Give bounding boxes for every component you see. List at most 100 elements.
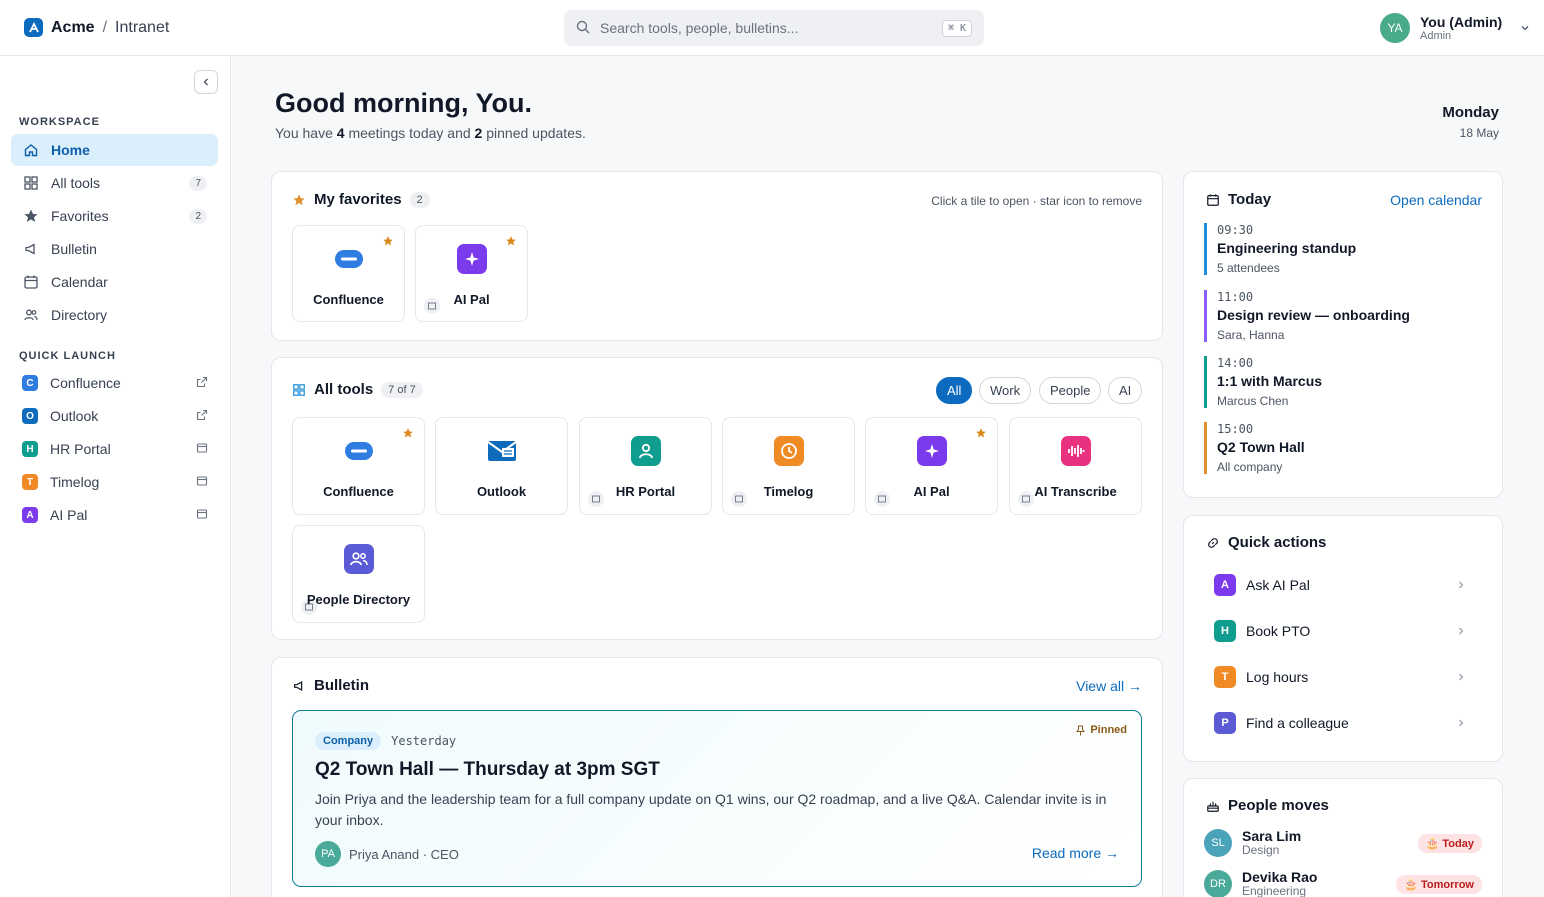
tool-tile-hr-portal[interactable]: HR Portal [579, 417, 712, 515]
sidebar-item-favorites[interactable]: Favorites 2 [11, 200, 218, 232]
pinned-bulletin[interactable]: Company Yesterday Pinned Q2 Town Hall — … [292, 710, 1142, 887]
grid-icon [293, 383, 305, 396]
quick-launch-label: Confluence [50, 375, 121, 391]
quick-launch-confluence[interactable]: C Confluence [11, 367, 218, 399]
brand[interactable]: Acme / Intranet [24, 18, 169, 37]
star-icon [24, 209, 38, 222]
quick-action-log-hours[interactable]: T Log hours [1214, 663, 1474, 691]
person-sara-lim[interactable]: SL Sara Lim Design 🎂 Today [1204, 828, 1482, 858]
person-name: Devika Rao [1242, 869, 1318, 885]
quick-action-label: Log hours [1246, 669, 1309, 685]
event-one-on-one[interactable]: 14:00 1:1 with Marcus Marcus Chen [1204, 356, 1484, 408]
filter-people[interactable]: People [1039, 377, 1102, 404]
waveform-icon [1060, 436, 1091, 466]
event-detail: 5 attendees [1217, 261, 1280, 275]
quick-action-label: Ask AI Pal [1246, 577, 1310, 593]
favorite-tile-ai-pal[interactable]: AI Pal [415, 225, 528, 322]
author-name: Priya Anand · CEO [349, 846, 459, 862]
star-icon[interactable] [975, 427, 987, 439]
user-menu[interactable]: YA You (Admin) Admin [1380, 13, 1530, 43]
tool-tile-outlook[interactable]: Outlook [435, 417, 568, 515]
all-tools-title: All tools [314, 381, 374, 398]
author-avatar: PA [315, 841, 341, 867]
quick-action-book-pto[interactable]: H Book PTO [1214, 617, 1474, 645]
star-icon[interactable] [402, 427, 414, 439]
tile-label: Confluence [323, 484, 394, 499]
star-icon[interactable] [505, 235, 517, 247]
bulletin-title: Bulletin [314, 677, 369, 694]
pinned-label: Pinned [1076, 724, 1127, 736]
sidebar-item-home[interactable]: Home [11, 134, 218, 166]
open-calendar-link[interactable]: Open calendar [1390, 192, 1482, 208]
sparkle-icon [456, 244, 487, 274]
tool-tile-confluence[interactable]: Confluence [292, 417, 425, 515]
quick-launch-ai-pal[interactable]: A AI Pal [11, 499, 218, 531]
person-icon [630, 436, 661, 466]
filter-work[interactable]: Work [979, 377, 1032, 404]
user-role: Admin [1420, 29, 1452, 42]
sidebar-item-count: 7 [189, 175, 207, 191]
favorites-count: 2 [409, 191, 430, 208]
quick-action-label: Find a colleague [1246, 715, 1349, 731]
sidebar-item-label: Favorites [51, 208, 109, 224]
sidebar-item-bulletin[interactable]: Bulletin [11, 233, 218, 265]
search-shortcut: ⌘ K [941, 19, 972, 37]
tool-tile-ai-transcribe[interactable]: AI Transcribe [1009, 417, 1142, 515]
chevron-right-icon [1459, 581, 1464, 589]
filter-ai[interactable]: AI [1108, 377, 1143, 404]
read-more-link[interactable]: Read more → [1032, 845, 1119, 861]
bulletin-body: Join Priya and the leadership team for a… [315, 791, 1107, 828]
quick-launch-outlook[interactable]: O Outlook [11, 400, 218, 432]
sidebar-item-all-tools[interactable]: All tools 7 [11, 167, 218, 199]
category-badge: Company [315, 732, 382, 750]
chevron-down-icon[interactable] [1520, 20, 1530, 36]
favorite-tile-confluence[interactable]: Confluence [292, 225, 405, 322]
event-engineering-standup[interactable]: 09:30 Engineering standup 5 attendees [1204, 223, 1484, 275]
person-devika-rao[interactable]: DR Devika Rao Engineering 🎂 Tomorrow [1204, 869, 1482, 897]
quick-action-find-colleague[interactable]: P Find a colleague [1214, 709, 1474, 737]
search-bar[interactable]: Search tools, people, bulletins... ⌘ K [564, 10, 984, 46]
sidebar-item-label: Directory [51, 307, 108, 323]
ai-pal-letter-icon: A [1214, 574, 1236, 596]
external-link-icon[interactable] [196, 376, 208, 388]
star-icon[interactable] [382, 235, 394, 247]
birthday-badge: 🎂 Today [1417, 833, 1482, 853]
quick-action-ask-ai-pal[interactable]: A Ask AI Pal [1214, 571, 1474, 599]
tile-label: Confluence [313, 292, 384, 307]
search-input[interactable]: Search tools, people, bulletins... [600, 20, 942, 36]
home-icon [24, 144, 38, 157]
tool-tile-ai-pal[interactable]: AI Pal [865, 417, 998, 515]
today-card: Today Open calendar 09:30 Engineering sta… [1183, 171, 1503, 498]
external-link-icon[interactable] [196, 409, 208, 421]
tool-tile-people-directory[interactable]: People Directory [292, 525, 425, 623]
meetings-count: 4 [336, 125, 345, 141]
all-tools-card: All tools 7 of 7 All Work People AI Conf… [271, 357, 1163, 640]
window-icon[interactable] [196, 508, 208, 520]
today-header: Today [1206, 191, 1271, 208]
ai-pal-letter-icon: A [22, 507, 38, 523]
clock-icon [773, 436, 804, 466]
sidebar-item-calendar[interactable]: Calendar [11, 266, 218, 298]
tool-tile-timelog[interactable]: Timelog [722, 417, 855, 515]
megaphone-icon [25, 243, 35, 255]
event-time: 11:00 [1217, 290, 1254, 304]
person-dept: Engineering [1242, 884, 1307, 897]
event-design-review[interactable]: 11:00 Design review — onboarding Sara, Han… [1204, 290, 1484, 342]
bulletin-date: Yesterday [391, 734, 457, 748]
event-town-hall[interactable]: 15:00 Q2 Town Hall All company [1204, 422, 1484, 474]
tile-label: Timelog [763, 484, 814, 499]
megaphone-icon [294, 680, 303, 691]
collapse-sidebar-button[interactable] [194, 70, 218, 94]
quick-launch-timelog[interactable]: T Timelog [11, 466, 218, 498]
person-name: Sara Lim [1242, 828, 1302, 844]
quick-launch-hr-portal[interactable]: H HR Portal [11, 433, 218, 465]
view-all-link[interactable]: View all → [1076, 678, 1142, 694]
window-icon[interactable] [196, 475, 208, 487]
confluence-icon [344, 436, 374, 466]
window-icon[interactable] [196, 442, 208, 454]
quick-launch-label: HR Portal [50, 441, 111, 457]
event-name: Engineering standup [1217, 240, 1357, 256]
page-title: Good morning, You. [275, 88, 532, 118]
filter-all[interactable]: All [936, 377, 973, 404]
sidebar-item-directory[interactable]: Directory [11, 299, 218, 331]
